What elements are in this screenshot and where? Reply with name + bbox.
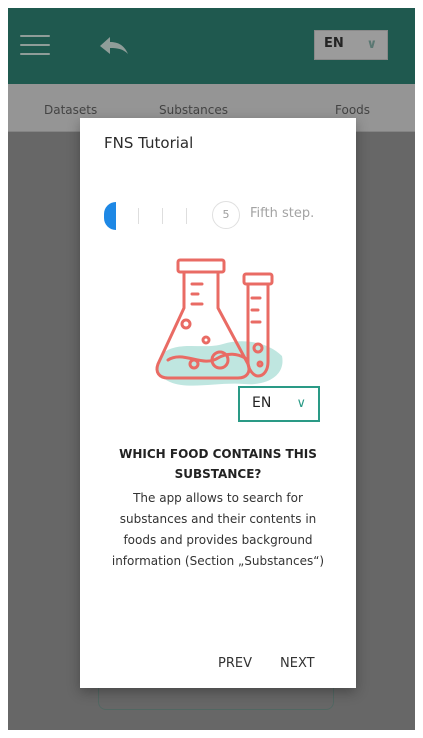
dialog-title: FNS Tutorial (104, 134, 194, 152)
step-description: The app allows to search for substances … (111, 491, 325, 568)
tutorial-language-value: EN (252, 395, 272, 411)
step-indicator (138, 208, 139, 224)
tutorial-language-select[interactable]: EN ∨ (238, 386, 320, 422)
step-label: Fifth step. (250, 206, 315, 221)
tutorial-dialog: FNS Tutorial 5 Fifth step. EN ∨ WHICH FO… (80, 118, 356, 688)
step-number-badge: 5 (212, 201, 240, 229)
step-indicator (162, 208, 163, 224)
prev-button[interactable]: PREV (218, 656, 252, 671)
next-button[interactable]: NEXT (280, 656, 315, 671)
step-indicator (186, 208, 187, 224)
tutorial-stepper: 5 Fifth step. (80, 198, 356, 232)
step-heading: WHICH FOOD CONTAINS THIS SUBSTANCE? (119, 447, 317, 481)
step-indicator-active (104, 202, 116, 230)
chevron-down-icon: ∨ (296, 396, 306, 411)
app-screen: EN ∨ Datasets Substances Foods FNS Tutor… (8, 8, 415, 730)
